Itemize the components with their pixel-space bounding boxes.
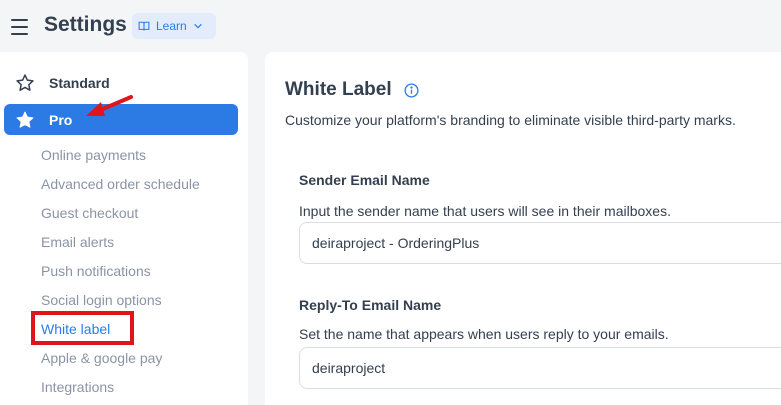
- hamburger-menu-icon[interactable]: [11, 19, 28, 35]
- sender-email-name-value: deiraproject - OrderingPlus: [312, 235, 480, 251]
- sender-email-name-help: Input the sender name that users will se…: [299, 203, 671, 219]
- section-description: Customize your platform's branding to el…: [285, 112, 736, 128]
- star-outline-icon: [16, 73, 34, 91]
- learn-label: Learn: [156, 19, 187, 33]
- page-title: Settings: [44, 13, 127, 36]
- white-label-panel: White Label Customize your platform's br…: [265, 52, 781, 405]
- sidebar-subitem-apple-google-pay[interactable]: Apple & google pay: [41, 350, 162, 366]
- learn-button[interactable]: Learn: [132, 13, 216, 39]
- reply-to-email-name-input[interactable]: deiraproject: [299, 347, 781, 389]
- annotation-highlight-box: [31, 311, 134, 345]
- sender-email-name-input[interactable]: deiraproject - OrderingPlus: [299, 222, 781, 264]
- sidebar-subitem-social-login-options[interactable]: Social login options: [41, 292, 162, 308]
- section-title: White Label: [285, 79, 419, 101]
- sidebar-subitem-email-alerts[interactable]: Email alerts: [41, 234, 114, 250]
- sidebar-subitem-integrations[interactable]: Integrations: [41, 379, 114, 395]
- annotation-arrow-icon: [86, 95, 133, 116]
- sender-email-name-label: Sender Email Name: [299, 172, 430, 188]
- sidebar-item-label: Pro: [49, 111, 73, 128]
- reply-to-email-name-value: deiraproject: [312, 360, 386, 376]
- reply-to-email-name-label: Reply-To Email Name: [299, 297, 442, 313]
- top-bar: Settings Learn: [0, 0, 781, 52]
- sidebar-subitem-online-payments[interactable]: Online payments: [41, 147, 146, 163]
- sidebar-subitem-push-notifications[interactable]: Push notifications: [41, 263, 151, 279]
- reply-to-email-name-help: Set the name that appears when users rep…: [299, 326, 669, 342]
- info-icon[interactable]: [404, 82, 419, 98]
- chevron-down-icon: [193, 23, 202, 29]
- star-filled-icon: [16, 111, 34, 128]
- sidebar-item-label: Standard: [49, 74, 110, 91]
- section-title-text: White Label: [285, 79, 392, 100]
- sidebar-subitem-guest-checkout[interactable]: Guest checkout: [41, 205, 138, 221]
- book-icon: [138, 21, 150, 31]
- sidebar-subitem-advanced-order-schedule[interactable]: Advanced order schedule: [41, 176, 200, 192]
